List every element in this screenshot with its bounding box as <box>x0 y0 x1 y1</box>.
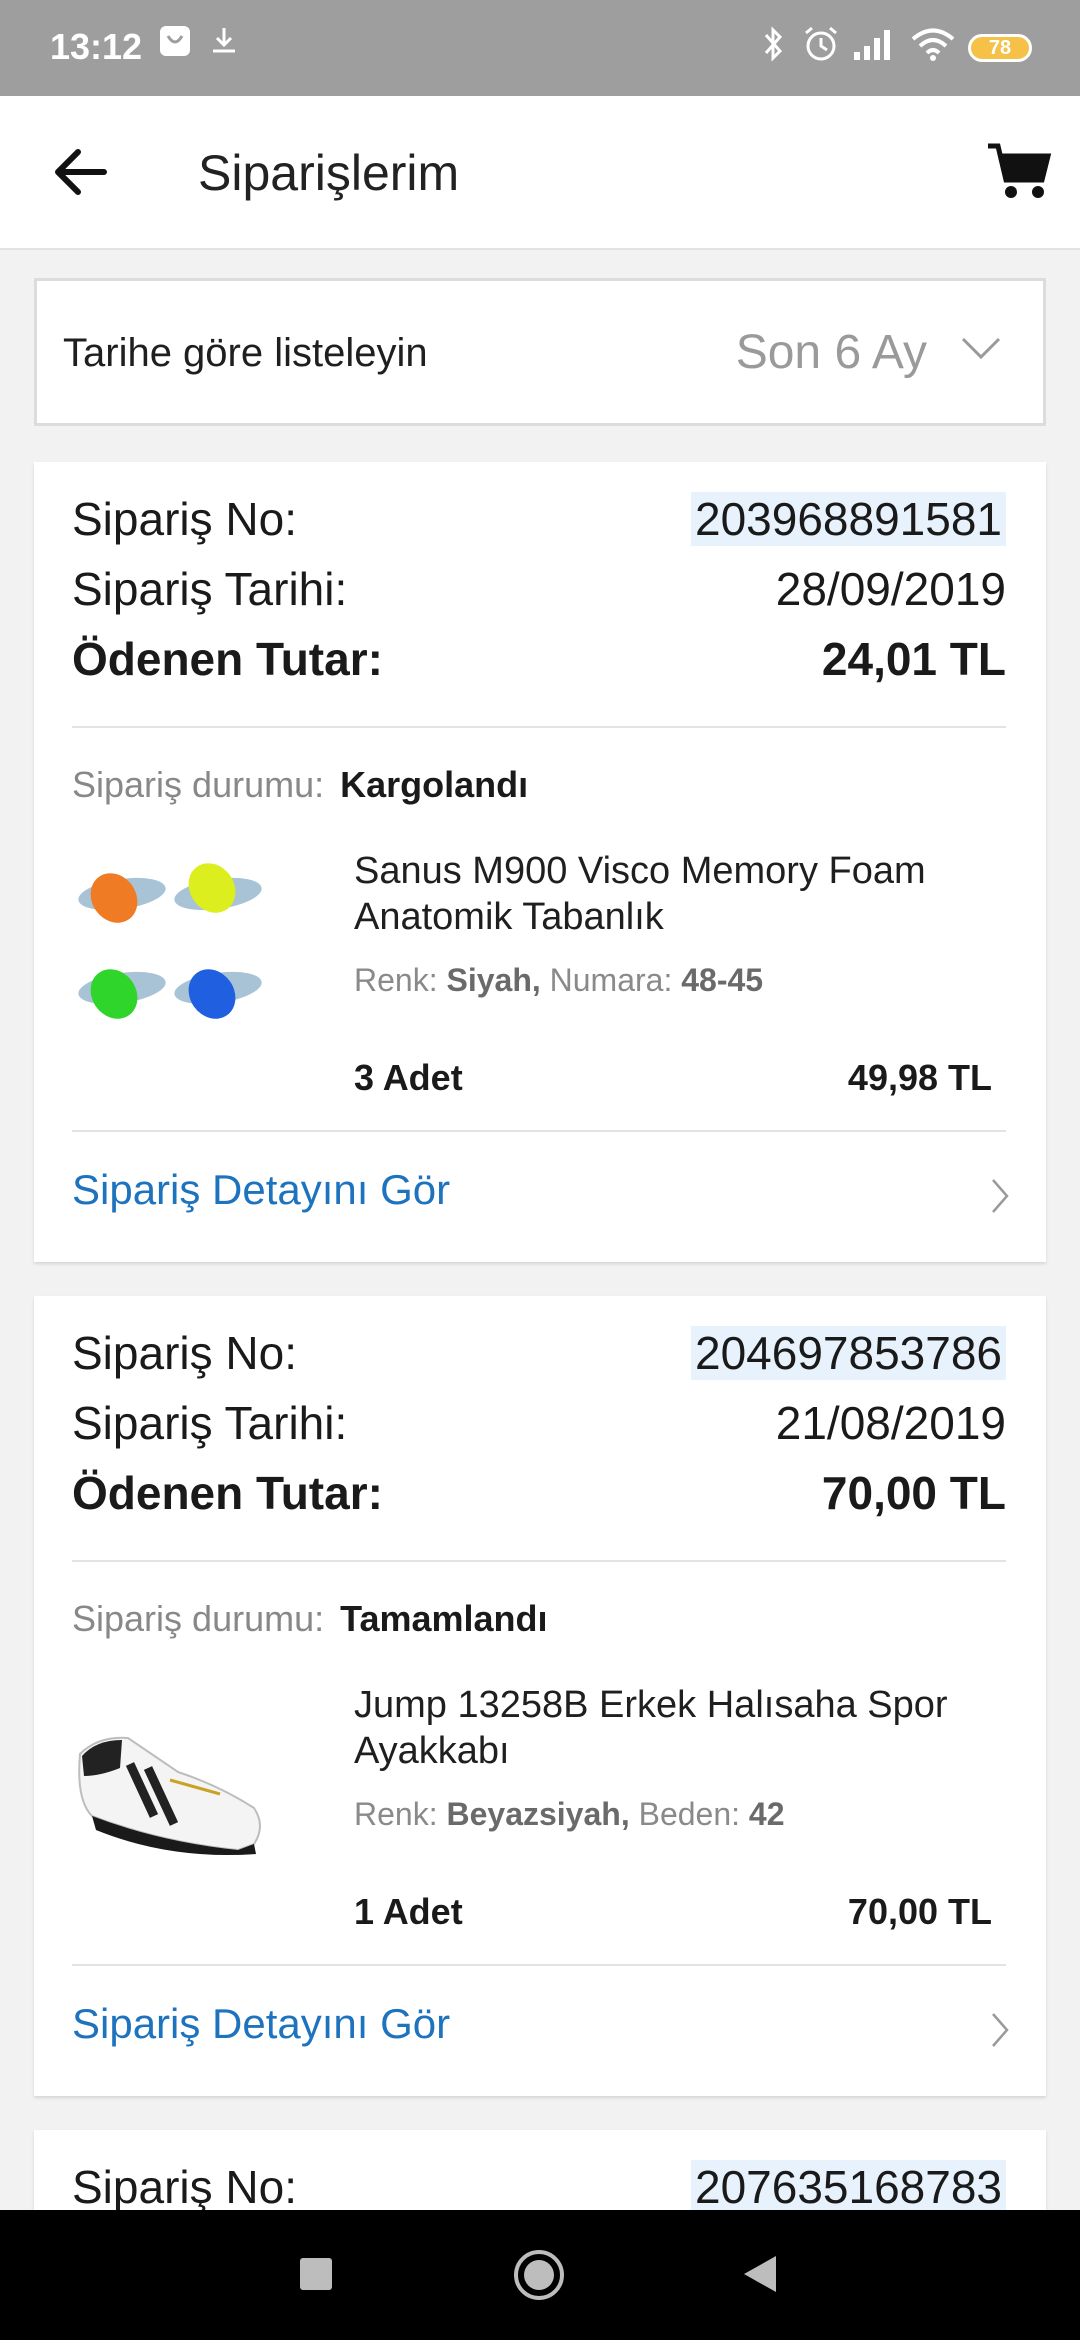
order-date-row: Sipariş Tarihi: 21/08/2019 <box>72 1396 1006 1456</box>
order-no-label: Sipariş No: <box>72 493 297 545</box>
item-price: 49,98 TL <box>847 1057 992 1098</box>
shoe-image[interactable] <box>70 1676 270 1876</box>
notification-icon <box>160 26 190 56</box>
order-status-value: Tamamlandı <box>340 1598 548 1639</box>
chevron-down-icon <box>961 337 1001 360</box>
product-attributes: Renk: Beyazsiyah, Beden: 42 <box>354 1796 785 1833</box>
divider <box>72 1130 1006 1132</box>
order-no-label: Sipariş No: <box>72 2161 297 2213</box>
quantity: 3 Adet <box>354 1057 463 1098</box>
battery-indicator: 78 <box>968 34 1032 62</box>
filter-selected-value[interactable]: Son 6 Ay <box>736 325 927 380</box>
date-filter-dropdown[interactable]: Tarihe göre listeleyin Son 6 Ay <box>34 278 1046 426</box>
home-icon[interactable] <box>512 2248 566 2302</box>
chevron-right-icon[interactable] <box>990 1176 1010 1216</box>
order-detail-link[interactable]: Sipariş Detayını Gör <box>72 2000 450 2048</box>
order-card: Sipariş No: 203968891581 Sipariş Tarihi:… <box>34 462 1046 1262</box>
order-status: Sipariş durumu: Kargolandı <box>72 764 528 806</box>
product-name[interactable]: Jump 13258B Erkek Halısaha Spor Ayakkabı <box>354 1682 994 1774</box>
paid-amount-label: Ödenen Tutar: <box>72 1467 383 1519</box>
signal-icon <box>854 30 890 60</box>
order-no-value[interactable]: 203968891581 <box>691 492 1006 546</box>
alarm-icon <box>805 26 837 61</box>
attr-value: Siyah, <box>446 962 541 998</box>
attr-value: 48-45 <box>681 962 764 998</box>
paid-amount-value: 70,00 TL <box>821 1467 1006 1519</box>
paid-amount-label: Ödenen Tutar: <box>72 633 383 685</box>
order-date-value: 21/08/2019 <box>775 1397 1006 1449</box>
item-price: 70,00 TL <box>847 1891 992 1932</box>
recents-icon[interactable] <box>298 2256 334 2292</box>
arrow-left-icon[interactable] <box>50 144 110 200</box>
status-time: 13:12 <box>50 26 143 67</box>
bluetooth-icon <box>764 26 783 62</box>
order-status: Sipariş durumu: Tamamlandı <box>72 1598 548 1640</box>
insole-image[interactable] <box>70 842 270 1042</box>
wifi-icon <box>911 28 955 61</box>
order-date-label: Sipariş Tarihi: <box>72 563 348 615</box>
page-title: Siparişlerim <box>198 145 460 201</box>
attr-value: Beyazsiyah, <box>446 1796 630 1832</box>
order-date-value: 28/09/2019 <box>775 563 1006 615</box>
order-no-row: Sipariş No: 203968891581 <box>72 492 1006 552</box>
order-status-value: Kargolandı <box>340 764 529 805</box>
order-date-label: Sipariş Tarihi: <box>72 1397 348 1449</box>
order-date-row: Sipariş Tarihi: 28/09/2019 <box>72 562 1006 622</box>
order-no-row: Sipariş No: 204697853786 <box>72 1326 1006 1386</box>
paid-amount-value: 24,01 TL <box>821 633 1006 685</box>
order-detail-link[interactable]: Sipariş Detayını Gör <box>72 1166 450 1214</box>
product-attributes: Renk: Siyah, Numara: 48-45 <box>354 962 763 999</box>
attr-value: 42 <box>748 1796 785 1832</box>
app-bar: Siparişlerim <box>0 96 1080 250</box>
quantity: 1 Adet <box>354 1891 463 1932</box>
order-status-label: Sipariş durumu: <box>72 764 325 805</box>
paid-amount-row: Ödenen Tutar: 70,00 TL <box>72 1466 1006 1526</box>
back-triangle-icon[interactable] <box>742 2254 778 2294</box>
status-bar: 13:12 78 <box>0 0 1080 96</box>
order-no-value[interactable]: 207635168783 <box>691 2160 1006 2214</box>
filter-label: Tarihe göre listeleyin <box>63 331 428 375</box>
chevron-right-icon[interactable] <box>990 2010 1010 2050</box>
download-icon <box>213 28 235 53</box>
attr-label: Renk: <box>354 962 438 998</box>
divider <box>72 726 1006 728</box>
order-card: Sipariş No: 204697853786 Sipariş Tarihi:… <box>34 1296 1046 2096</box>
order-no-label: Sipariş No: <box>72 1327 297 1379</box>
divider <box>72 1560 1006 1562</box>
product-name[interactable]: Sanus M900 Visco Memory Foam Anatomik Ta… <box>354 848 994 940</box>
system-nav-bar <box>0 2210 1080 2340</box>
attr-label: Renk: <box>354 1796 438 1832</box>
cart-icon[interactable] <box>986 140 1052 202</box>
order-no-value[interactable]: 204697853786 <box>691 1326 1006 1380</box>
attr-label: Beden: <box>638 1796 741 1832</box>
divider <box>72 1964 1006 1966</box>
paid-amount-row: Ödenen Tutar: 24,01 TL <box>72 632 1006 692</box>
order-status-label: Sipariş durumu: <box>72 1598 325 1639</box>
attr-label: Numara: <box>549 962 673 998</box>
